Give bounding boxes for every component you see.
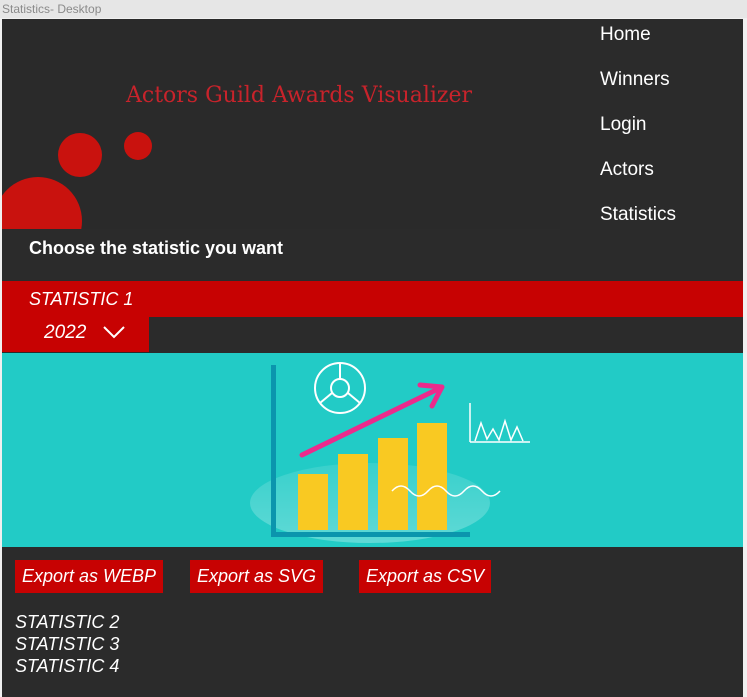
nav-item-winners[interactable]: Winners (600, 69, 670, 91)
main-nav: Home Winners Login Actors Statistics (560, 19, 743, 229)
nav-item-actors[interactable]: Actors (600, 159, 654, 181)
statistic-prompt: Choose the statistic you want (29, 238, 284, 258)
header: Actors Guild Awards Visualizer (2, 19, 560, 229)
year-value: 2022 (44, 322, 87, 343)
site-title: Actors Guild Awards Visualizer (126, 83, 473, 108)
statistic-3-link[interactable]: STATISTIC 3 (15, 634, 119, 655)
decorative-circle-large (2, 177, 82, 229)
statistic-1-label: STATISTIC 1 (29, 289, 134, 309)
growth-chart-illustration-icon (250, 362, 530, 543)
window-title: Statistics- Desktop (0, 0, 747, 18)
nav-item-home[interactable]: Home (600, 24, 651, 46)
nav-item-statistics[interactable]: Statistics (600, 204, 676, 226)
statistic-1-header[interactable]: STATISTIC 1 (2, 281, 743, 317)
export-csv-button[interactable]: Export as CSV (359, 560, 492, 593)
nav-item-login[interactable]: Login (600, 114, 647, 136)
export-webp-button[interactable]: Export as WEBP (15, 560, 164, 593)
decorative-circle-medium (58, 133, 102, 177)
export-svg-button[interactable]: Export as SVG (190, 560, 324, 593)
decorative-circle-small (124, 132, 152, 160)
statistic-2-link[interactable]: STATISTIC 2 (15, 612, 119, 633)
statistic-illustration (2, 353, 743, 547)
chevron-down-icon (102, 324, 126, 344)
app-canvas: Actors Guild Awards Visualizer Home Winn… (2, 19, 743, 697)
year-dropdown[interactable]: 2022 (2, 317, 149, 352)
statistic-4-link[interactable]: STATISTIC 4 (15, 656, 119, 677)
